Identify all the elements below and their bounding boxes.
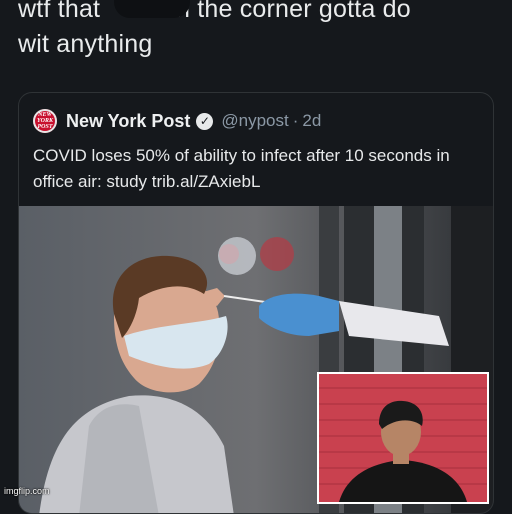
- tweet-header: NEW YORK POST New York Post ✓ @nypost · …: [33, 108, 321, 134]
- nypost-avatar[interactable]: NEW YORK POST: [33, 109, 57, 133]
- caption-line-1: wtf that in the corner gotta do: [18, 0, 508, 27]
- author-handle[interactable]: @nypost: [221, 111, 288, 131]
- tweet-timestamp[interactable]: 2d: [302, 111, 321, 131]
- caption-line-2: wit anything: [18, 30, 153, 58]
- meme-caption: wtf that in the corner gotta do wit anyth…: [18, 0, 508, 62]
- caption-line-1-start: wtf that: [18, 0, 101, 23]
- avatar-logo-text: NEW YORK POST: [36, 112, 53, 130]
- verified-badge-icon: ✓: [196, 112, 214, 130]
- scribble-redaction: [114, 0, 190, 18]
- caption-line-1-end: in the corner gotta do: [170, 0, 411, 23]
- imgflip-watermark: imgflip.com: [4, 486, 50, 496]
- inset-photo-corner[interactable]: [317, 372, 489, 504]
- author-name[interactable]: New York Post: [66, 111, 190, 132]
- tweet-text: COVID loses 50% of ability to infect aft…: [33, 146, 450, 191]
- inset-portrait-photo: [319, 374, 487, 502]
- separator-dot: ·: [292, 111, 299, 130]
